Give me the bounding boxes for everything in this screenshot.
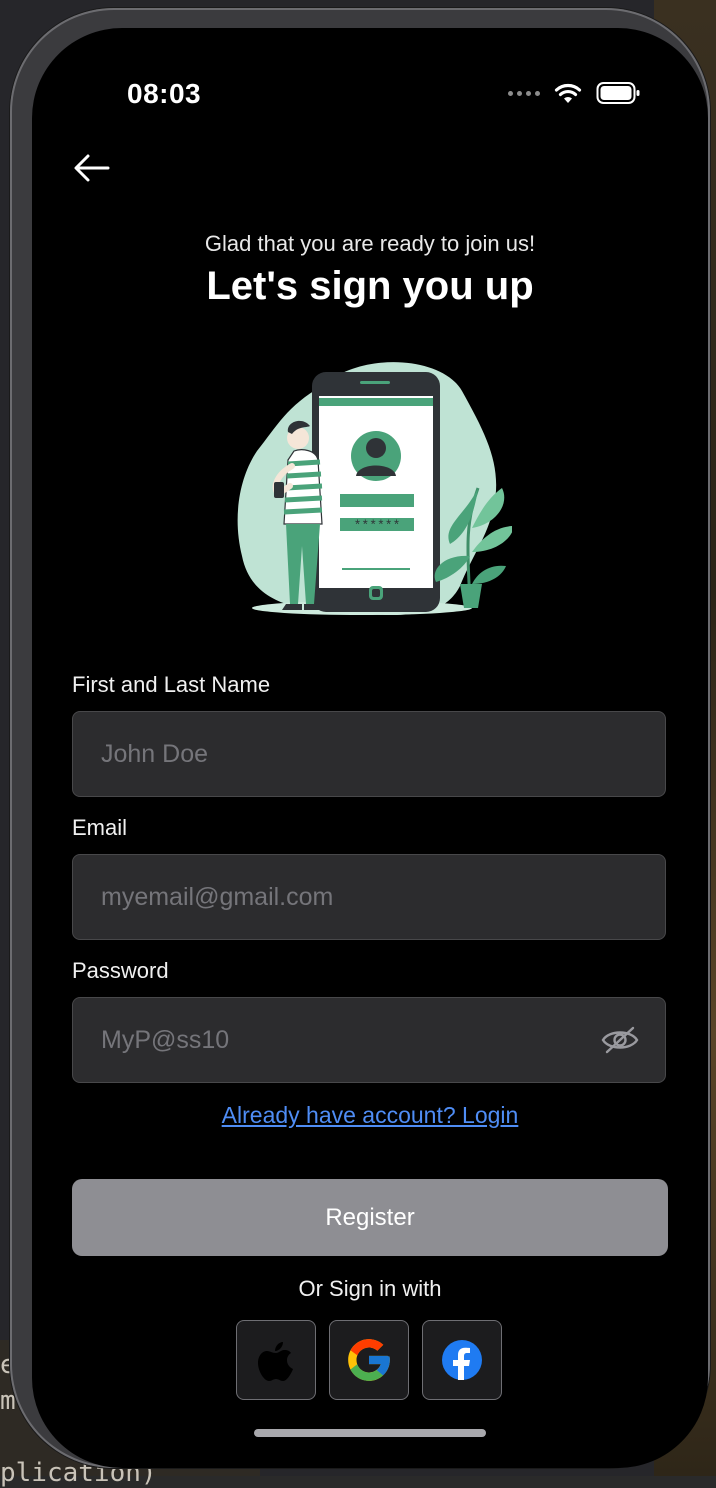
apple-signin-button[interactable] [236,1320,316,1400]
page-subtitle: Glad that you are ready to join us! [204,231,536,256]
signup-illustration: ****** [237,362,512,616]
illustration-code-text: ****** [354,518,401,533]
login-link[interactable]: Already have account? Login [32,1102,708,1129]
home-indicator[interactable] [254,1429,486,1437]
status-bar-icons [508,80,640,106]
name-label: First and Last Name [72,672,271,697]
status-bar-time: 08:03 [127,78,202,109]
phone-screen: 08:03 Glad that you are ready to join us… [32,28,708,1468]
register-button[interactable]: Register [72,1179,668,1256]
google-signin-button[interactable] [329,1320,409,1400]
page-title: Let's sign you up [206,264,534,308]
password-field-container [72,997,666,1083]
eye-slash-icon[interactable] [601,1024,639,1056]
wifi-icon [554,83,582,103]
password-input[interactable] [99,1024,573,1056]
phone-frame: 08:03 Glad that you are ready to join us… [10,8,710,1468]
battery-icon [596,82,640,104]
email-field-container [72,854,666,940]
name-input[interactable] [99,738,573,770]
password-label: Password [72,958,169,983]
name-field-container [72,711,666,797]
email-input[interactable] [99,881,573,913]
back-arrow-icon[interactable] [72,148,112,188]
social-signin-label: Or Sign in with [298,1276,442,1301]
google-icon [348,1339,390,1381]
email-label: Email [72,815,128,840]
apple-icon [258,1342,293,1381]
facebook-icon [442,1340,482,1380]
cellular-signal-icon [508,90,540,96]
facebook-signin-button[interactable] [422,1320,502,1400]
